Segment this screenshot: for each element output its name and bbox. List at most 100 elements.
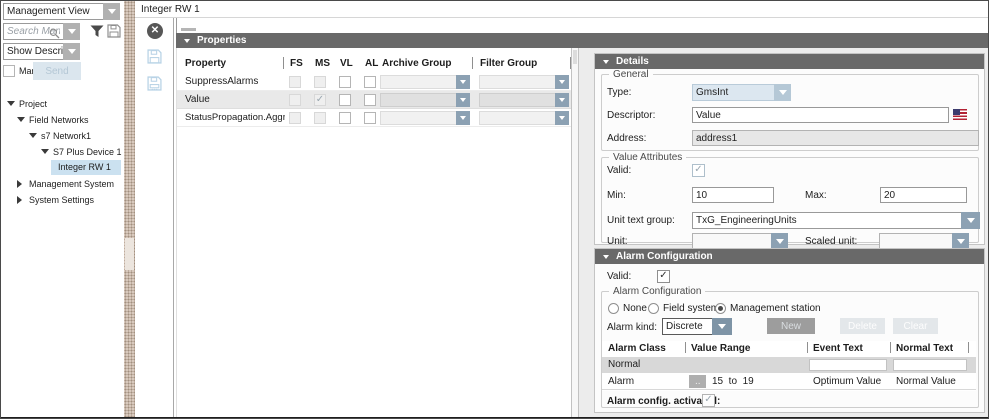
vertical-scrollbar[interactable] [571, 48, 579, 419]
chevron-down-icon[interactable] [952, 233, 969, 249]
tab-integer-rw[interactable]: Integer RW 1 [141, 4, 200, 15]
alarm-panel-header[interactable]: Alarm Configuration [595, 249, 984, 264]
alarm-kind-dropdown[interactable]: Discrete [662, 318, 732, 335]
tree-item-label[interactable]: Field Networks [29, 115, 89, 125]
filter-group-dropdown[interactable] [479, 75, 569, 89]
splitter-handle[interactable] [125, 238, 134, 270]
tree-item-system-settings[interactable]: System Settings [1, 192, 124, 207]
tree-item-integer-rw-selected[interactable]: Integer RW 1 [51, 160, 121, 175]
al-checkbox[interactable] [364, 112, 376, 124]
tree-item-s7-plus-device[interactable]: S7 Plus Device 1 [1, 144, 124, 159]
vl-checkbox[interactable] [339, 94, 351, 106]
col-value-range: Value Range [691, 343, 750, 354]
clear-button[interactable]: Clear [893, 318, 938, 334]
description-selector-dropdown[interactable]: Show Description [3, 43, 80, 60]
tree-item-label[interactable]: System Settings [29, 195, 94, 205]
radio-field-system-label[interactable]: Field system [663, 303, 719, 314]
chevron-down-icon[interactable] [63, 43, 80, 60]
event-text-cell[interactable] [809, 359, 887, 371]
unit-text-group-dropdown[interactable]: TxG_EngineeringUnits [692, 212, 980, 229]
property-row-statuspropagation[interactable]: StatusPropagation.Aggregat [177, 109, 572, 127]
tree-item-management-system[interactable]: Management System [1, 176, 124, 191]
radio-management-station-label[interactable]: Management station [730, 303, 821, 314]
scaled-unit-dropdown[interactable] [879, 233, 969, 249]
alarm-activated-checkbox[interactable] [702, 394, 715, 407]
tree-item-project[interactable]: Project [1, 96, 124, 111]
tree-item-label[interactable]: Project [19, 99, 47, 109]
expander-down-icon[interactable] [17, 117, 25, 122]
filter-icon[interactable] [90, 25, 104, 43]
max-input[interactable] [880, 187, 967, 203]
descriptor-input[interactable] [692, 107, 949, 123]
expander-right-icon[interactable] [17, 180, 22, 188]
chevron-down-icon[interactable] [555, 111, 569, 125]
al-checkbox[interactable] [364, 76, 376, 88]
delete-button[interactable]: Delete [840, 318, 885, 334]
radio-management-station[interactable] [715, 303, 726, 314]
archive-group-dropdown[interactable] [380, 75, 470, 89]
chevron-down-icon[interactable] [456, 111, 470, 125]
expander-down-icon[interactable] [29, 133, 37, 138]
range-ellipsis-button[interactable]: .. [689, 375, 706, 388]
unit-dropdown[interactable] [692, 233, 788, 249]
chevron-down-icon[interactable] [774, 84, 791, 101]
alarm-row-normal[interactable]: Normal [602, 357, 976, 373]
radio-none-label[interactable]: None [623, 303, 647, 314]
scrollbar-thumb[interactable] [573, 50, 577, 64]
mar-checkbox[interactable] [3, 65, 15, 77]
tree-item-field-networks[interactable]: Field Networks [1, 112, 124, 127]
property-row-value[interactable]: Value [177, 91, 572, 109]
collapse-icon[interactable] [603, 255, 609, 259]
collapse-icon[interactable] [603, 60, 609, 64]
chevron-down-icon[interactable] [771, 233, 788, 249]
chevron-down-icon[interactable] [456, 93, 470, 107]
chevron-down-icon[interactable] [456, 75, 470, 89]
details-panel-header[interactable]: Details [595, 54, 984, 69]
expander-right-icon[interactable] [17, 196, 22, 204]
save-icon[interactable] [147, 49, 162, 69]
properties-panel-header[interactable]: Properties [176, 33, 988, 48]
filter-group-dropdown[interactable] [479, 111, 569, 125]
horizontal-scrollbar-thumb[interactable] [181, 28, 196, 31]
close-button[interactable]: ✕ [147, 23, 163, 39]
tree-item-label[interactable]: Management System [29, 179, 114, 189]
normal-text-cell[interactable] [893, 359, 967, 371]
archive-group-dropdown[interactable] [380, 111, 470, 125]
vl-checkbox[interactable] [339, 112, 351, 124]
al-checkbox[interactable] [364, 94, 376, 106]
chevron-down-icon[interactable] [961, 212, 980, 229]
address-input[interactable] [692, 130, 979, 146]
chevron-down-icon[interactable] [555, 75, 569, 89]
search-box[interactable] [3, 23, 80, 40]
tree-item-s7-network[interactable]: s7 Network1 [1, 128, 124, 143]
tree-item-label[interactable]: s7 Network1 [41, 131, 91, 141]
chevron-down-icon[interactable] [555, 93, 569, 107]
alarm-row-alarm[interactable]: Alarm .. 15 to 19 Optimum Value Normal V… [602, 374, 976, 390]
property-row-suppressalarms[interactable]: SuppressAlarms [177, 73, 572, 91]
collapse-icon[interactable] [184, 39, 190, 43]
chevron-down-icon[interactable] [712, 318, 732, 335]
send-button[interactable]: Send [33, 62, 81, 80]
radio-field-system[interactable] [648, 303, 659, 314]
min-input[interactable] [692, 187, 774, 203]
expander-down-icon[interactable] [41, 149, 49, 154]
save-as-icon[interactable] [147, 76, 162, 96]
alarm-valid-checkbox[interactable] [657, 270, 670, 283]
filter-group-dropdown[interactable] [479, 93, 569, 107]
valid-checkbox[interactable] [692, 164, 705, 177]
new-button[interactable]: New [767, 318, 815, 334]
radio-none[interactable] [608, 303, 619, 314]
tree-item-label[interactable]: Integer RW 1 [58, 162, 111, 172]
chevron-down-icon[interactable] [103, 3, 120, 20]
vertical-splitter[interactable] [124, 1, 135, 419]
tree-item-label[interactable]: S7 Plus Device 1 [53, 147, 122, 157]
chevron-down-icon[interactable] [63, 23, 80, 40]
expander-down-icon[interactable] [7, 101, 15, 106]
archive-group-dropdown[interactable] [380, 93, 470, 107]
save-filter-icon[interactable] [107, 24, 121, 43]
type-dropdown[interactable]: GmsInt [692, 84, 791, 101]
unit-label: Unit: [607, 236, 628, 247]
view-selector-dropdown[interactable]: Management View [3, 3, 120, 20]
language-flag-icon[interactable] [953, 109, 967, 120]
vl-checkbox[interactable] [339, 76, 351, 88]
